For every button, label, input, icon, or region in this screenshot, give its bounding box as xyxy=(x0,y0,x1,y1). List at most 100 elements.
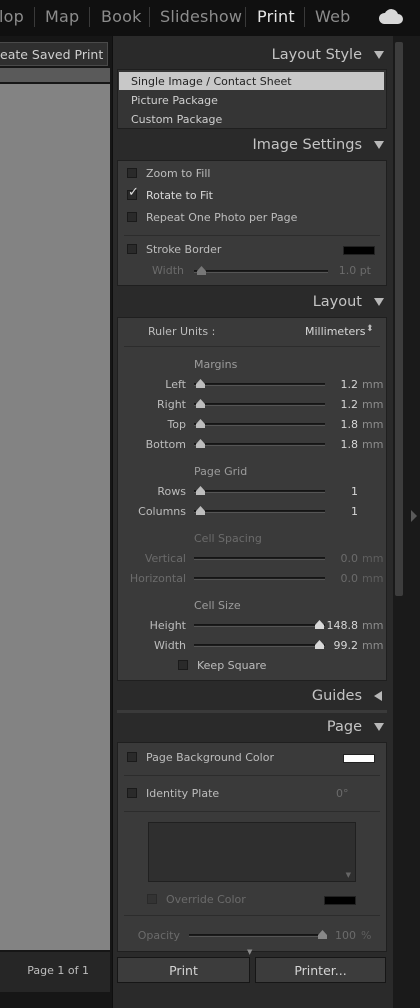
stroke-width-slider[interactable] xyxy=(194,270,328,273)
columns-value[interactable]: 1 xyxy=(318,505,358,518)
slider-thumb-icon[interactable] xyxy=(196,486,205,495)
cell-width-slider[interactable] xyxy=(194,644,325,647)
layout-option-custom-package[interactable]: Custom Package xyxy=(119,110,384,128)
page-box: Page Background Color Identity Plate 0° … xyxy=(117,742,387,952)
print-button[interactable]: Print xyxy=(117,957,250,983)
identity-plate-angle[interactable]: 0° xyxy=(336,787,349,800)
margins-title: Margins xyxy=(194,358,238,371)
slider-thumb-icon[interactable] xyxy=(196,399,205,408)
print-preview-canvas[interactable] xyxy=(0,84,110,950)
collapse-triangle-icon[interactable] xyxy=(374,141,384,149)
identity-plate-preview[interactable]: ▼ xyxy=(148,822,356,882)
slider-thumb-icon[interactable] xyxy=(196,439,205,448)
horizontal-spacing-value: 0.0 xyxy=(340,572,359,585)
checkmark-icon: ✓ xyxy=(128,185,139,200)
module-print[interactable]: Print xyxy=(257,7,295,26)
margin-left-slider[interactable] xyxy=(194,383,325,386)
unit-label: mm xyxy=(362,552,384,565)
margin-top-slider[interactable] xyxy=(194,423,325,426)
stroke-border-checkbox[interactable] xyxy=(127,244,137,254)
margin-bottom-slider[interactable] xyxy=(194,443,325,446)
module-map[interactable]: Map xyxy=(45,7,79,26)
panel-scrollbar[interactable] xyxy=(393,36,420,1008)
scrollbar-thumb[interactable] xyxy=(395,42,403,596)
dropdown-arrow-icon[interactable]: ▼ xyxy=(346,871,351,879)
panel-expand-arrow-icon[interactable]: ▼ xyxy=(247,948,252,956)
margin-top-label: Top xyxy=(167,418,186,431)
cell-size-title: Cell Size xyxy=(194,599,241,612)
margin-right-label: Right xyxy=(157,398,186,411)
stroke-width-value[interactable]: 1.0 pt xyxy=(331,264,371,277)
printer-button[interactable]: Printer... xyxy=(255,957,386,983)
guides-header[interactable]: Guides xyxy=(113,685,394,709)
page-bg-color-swatch[interactable] xyxy=(343,754,375,763)
unit-label: mm xyxy=(362,572,384,585)
module-separator xyxy=(149,7,150,27)
canvas-ruler-strip xyxy=(0,68,110,82)
vertical-spacing-label: Vertical xyxy=(144,552,186,565)
ruler-units-select[interactable]: Millimeters xyxy=(305,325,366,338)
repeat-one-photo-label: Repeat One Photo per Page xyxy=(146,211,298,224)
margin-right-value[interactable]: 1.2 xyxy=(318,398,359,411)
expand-triangle-icon[interactable] xyxy=(374,691,382,701)
layout-header[interactable]: Layout xyxy=(113,291,394,315)
layout-option-single-image[interactable]: Single Image / Contact Sheet xyxy=(119,72,384,90)
module-web[interactable]: Web xyxy=(315,7,350,26)
collapse-triangle-icon[interactable] xyxy=(374,51,384,59)
cell-height-label: Height xyxy=(149,619,186,632)
override-color-label: Override Color xyxy=(166,893,246,906)
collapse-triangle-icon[interactable] xyxy=(374,298,384,306)
rows-value[interactable]: 1 xyxy=(318,485,358,498)
identity-plate-checkbox[interactable] xyxy=(127,788,137,798)
collapse-triangle-icon[interactable] xyxy=(374,723,384,731)
create-saved-print-button[interactable]: eate Saved Print xyxy=(0,42,108,66)
opacity-value: 100 xyxy=(335,929,356,942)
columns-slider[interactable] xyxy=(194,510,325,513)
page-header[interactable]: Page xyxy=(113,716,394,740)
cloud-icon[interactable] xyxy=(378,8,404,26)
cell-height-value[interactable]: 148.8 xyxy=(318,619,359,632)
right-panel-toggle-icon[interactable] xyxy=(411,510,417,522)
margin-bottom-value[interactable]: 1.8 xyxy=(318,438,359,451)
cell-height-slider[interactable] xyxy=(194,624,325,627)
module-slideshow[interactable]: Slideshow xyxy=(160,7,242,26)
layout-style-list: Single Image / Contact Sheet Picture Pac… xyxy=(117,69,387,129)
slider-thumb-icon[interactable] xyxy=(196,379,205,388)
margin-top-value[interactable]: 1.8 xyxy=(318,418,359,431)
layout-option-picture-package[interactable]: Picture Package xyxy=(119,91,384,109)
margin-left-value[interactable]: 1.2 xyxy=(318,378,359,391)
zoom-to-fill-checkbox[interactable] xyxy=(127,168,137,178)
rotate-to-fit-label: Rotate to Fit xyxy=(146,189,213,202)
vertical-spacing-slider xyxy=(194,557,325,560)
cell-width-value[interactable]: 99.2 xyxy=(318,639,359,652)
rows-label: Rows xyxy=(157,485,186,498)
image-settings-box: Zoom to Fill ✓ Rotate to Fit Repeat One … xyxy=(117,160,387,286)
unit-label: mm xyxy=(362,398,384,411)
repeat-one-photo-checkbox[interactable] xyxy=(127,212,137,222)
layout-style-header[interactable]: Layout Style xyxy=(113,44,394,68)
margin-left-label: Left xyxy=(165,378,186,391)
stroke-color-swatch[interactable] xyxy=(343,246,375,255)
page-bg-color-checkbox[interactable] xyxy=(127,752,137,762)
image-settings-header[interactable]: Image Settings xyxy=(113,134,394,158)
module-separator xyxy=(34,7,35,27)
page-title: Page xyxy=(326,719,362,735)
stepper-arrows-icon[interactable]: ⬍ xyxy=(366,324,374,334)
page-bg-color-label: Page Background Color xyxy=(146,751,274,764)
rows-slider[interactable] xyxy=(194,490,325,493)
divider xyxy=(124,346,380,347)
slider-thumb-icon[interactable] xyxy=(196,506,205,515)
divider xyxy=(124,915,380,916)
module-develop[interactable]: lop xyxy=(0,7,24,26)
margin-right-slider[interactable] xyxy=(194,403,325,406)
layout-title: Layout xyxy=(312,294,362,310)
cell-width-label: Width xyxy=(154,639,186,652)
slider-thumb-icon[interactable] xyxy=(197,266,206,275)
guides-divider xyxy=(117,710,387,713)
keep-square-checkbox[interactable] xyxy=(178,660,188,670)
divider xyxy=(124,235,380,236)
slider-thumb-icon[interactable] xyxy=(196,419,205,428)
guides-title: Guides xyxy=(311,688,362,704)
ruler-units-label: Ruler Units : xyxy=(148,325,216,338)
module-book[interactable]: Book xyxy=(101,7,142,26)
